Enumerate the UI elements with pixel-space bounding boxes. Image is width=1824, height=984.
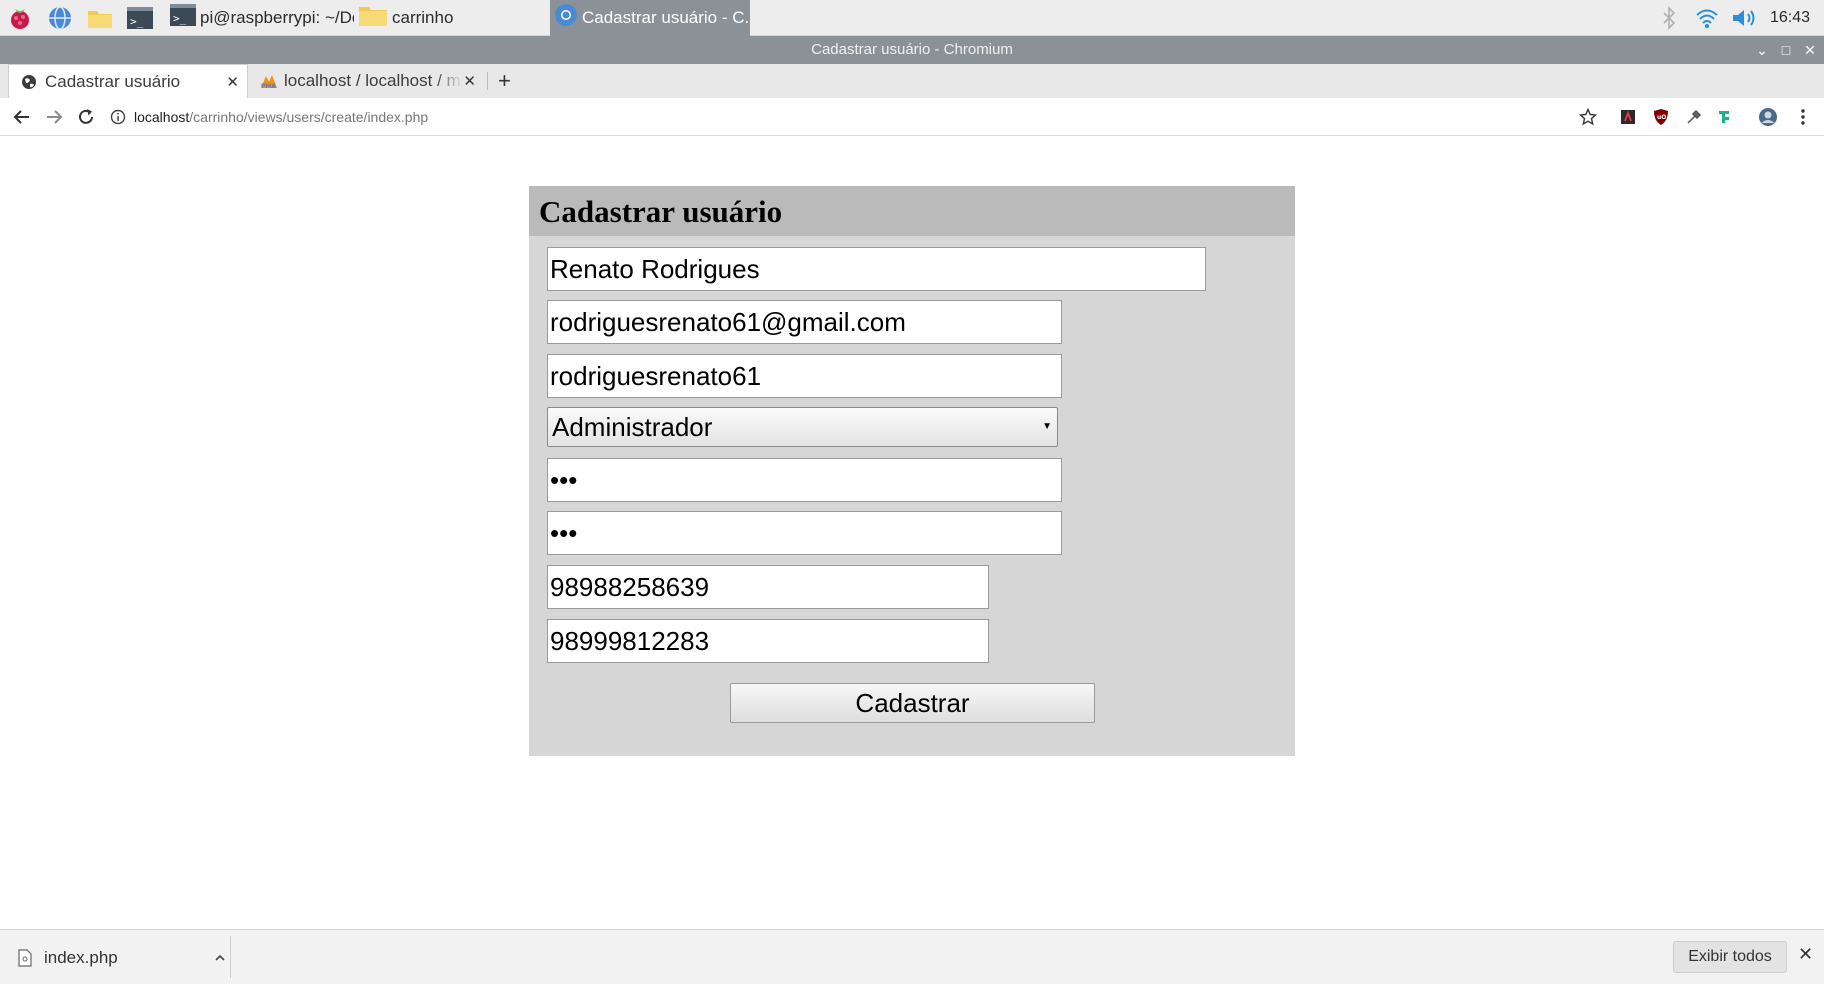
terminal-launcher-icon[interactable]: >_ [120, 0, 160, 36]
username-field[interactable]: rodriguesrenato61 [547, 354, 1062, 398]
chromium-icon [554, 3, 578, 32]
cadastrar-button[interactable]: Cadastrar [730, 683, 1095, 723]
window-titlebar: Cadastrar usuário - Chromium ⌄ □ ✕ [0, 36, 1824, 64]
site-info-icon[interactable] [110, 109, 126, 125]
register-user-form: Cadastrar usuário Renato Rodrigues rodri… [529, 186, 1295, 756]
maximize-window-icon[interactable]: □ [1774, 36, 1798, 64]
bluetooth-icon[interactable] [1650, 0, 1688, 36]
phone-field-1[interactable]: 98988258639 [547, 565, 989, 609]
new-tab-button[interactable]: + [498, 68, 511, 94]
globe-icon [21, 74, 37, 90]
close-download-bar-icon[interactable]: ✕ [1798, 944, 1813, 965]
dropdown-arrow-icon: ▼ [1042, 421, 1052, 432]
url-host: localhost [134, 109, 190, 125]
taskbar-task-terminal[interactable]: >_ pi@raspberrypi: ~/Do... [166, 0, 354, 36]
taskbar-task-label: Cadastrar usuário - C... [582, 7, 750, 27]
email-field[interactable]: rodriguesrenato61@gmail.com [547, 300, 1062, 344]
close-window-icon[interactable]: ✕ [1798, 36, 1822, 64]
download-filename: index.php [44, 948, 118, 967]
ublock-origin-icon[interactable]: uO [1651, 107, 1671, 127]
download-bar: index.php Exibir todos ✕ [0, 929, 1824, 984]
download-item[interactable]: index.php [18, 944, 226, 972]
download-separator [230, 936, 231, 978]
browser-menu-icon[interactable] [1793, 107, 1813, 127]
chevron-up-icon[interactable] [214, 953, 226, 963]
taskbar-task-label: carrinho [392, 7, 454, 27]
extension-dark-icon[interactable] [1618, 107, 1638, 127]
svg-text:>_: >_ [173, 12, 187, 25]
role-select[interactable]: Administrador ▼ [547, 407, 1058, 447]
web-browser-launcher-icon[interactable] [40, 0, 80, 36]
folder-icon [358, 3, 388, 32]
extension-green-icon[interactable] [1714, 107, 1734, 127]
forward-icon[interactable] [42, 105, 66, 129]
url-path: /carrinho/views/users/create/index.php [189, 109, 429, 125]
back-icon[interactable] [10, 105, 34, 129]
confirm-password-field[interactable]: ••• [547, 511, 1062, 555]
address-bar[interactable]: localhost/carrinho/views/users/create/in… [110, 103, 1590, 131]
terminal-icon: >_ [170, 4, 196, 31]
svg-text:>_: >_ [130, 15, 144, 28]
taskbar: >_ >_ pi@raspberrypi: ~/Do... carrinho C… [0, 0, 1824, 36]
phpmyadmin-icon: PMA [260, 73, 278, 89]
file-manager-launcher-icon[interactable] [80, 0, 120, 36]
tab-label: localhost / localhost / m [284, 71, 461, 90]
close-tab-icon[interactable]: ✕ [463, 72, 476, 90]
bookmark-star-icon[interactable] [1578, 107, 1598, 127]
phone-field-2[interactable]: 98999812283 [547, 619, 989, 663]
svg-text:PMA: PMA [261, 83, 276, 89]
taskbar-task-chromium[interactable]: Cadastrar usuário - C... [550, 0, 750, 36]
raspberry-menu-icon[interactable] [0, 0, 40, 36]
clock: 16:43 [1769, 9, 1810, 26]
browser-toolbar: localhost/carrinho/views/users/create/in… [0, 98, 1824, 136]
eyedropper-icon[interactable] [1684, 107, 1704, 127]
window-title: Cadastrar usuário - Chromium [811, 41, 1013, 58]
system-tray: 16:43 [1650, 0, 1824, 36]
svg-text:uO: uO [1657, 114, 1666, 121]
volume-icon[interactable] [1726, 0, 1764, 36]
tab-phpmyadmin[interactable]: PMA localhost / localhost / m ✕ [252, 64, 484, 98]
taskbar-task-carrinho[interactable]: carrinho [354, 0, 550, 36]
password-field[interactable]: ••• [547, 458, 1062, 502]
role-select-value: Administrador [552, 412, 713, 442]
tab-strip: Cadastrar usuário ✕ PMA localhost / loca… [0, 64, 1824, 98]
minimize-window-icon[interactable]: ⌄ [1750, 36, 1774, 64]
close-tab-icon[interactable]: ✕ [226, 73, 239, 91]
reload-icon[interactable] [74, 105, 98, 129]
tab-cadastrar-usuario[interactable]: Cadastrar usuário ✕ [8, 64, 248, 98]
file-icon [18, 949, 32, 967]
profile-avatar-icon[interactable] [1758, 107, 1778, 127]
form-heading: Cadastrar usuário [529, 186, 1295, 236]
show-all-downloads-button[interactable]: Exibir todos [1673, 941, 1787, 973]
name-field[interactable]: Renato Rodrigues [547, 247, 1206, 291]
taskbar-task-label: pi@raspberrypi: ~/Do... [200, 7, 354, 27]
wifi-icon[interactable] [1688, 0, 1726, 36]
tab-label: Cadastrar usuário [45, 71, 181, 91]
tab-separator [487, 72, 488, 90]
page-content: Cadastrar usuário Renato Rodrigues rodri… [0, 137, 1824, 929]
